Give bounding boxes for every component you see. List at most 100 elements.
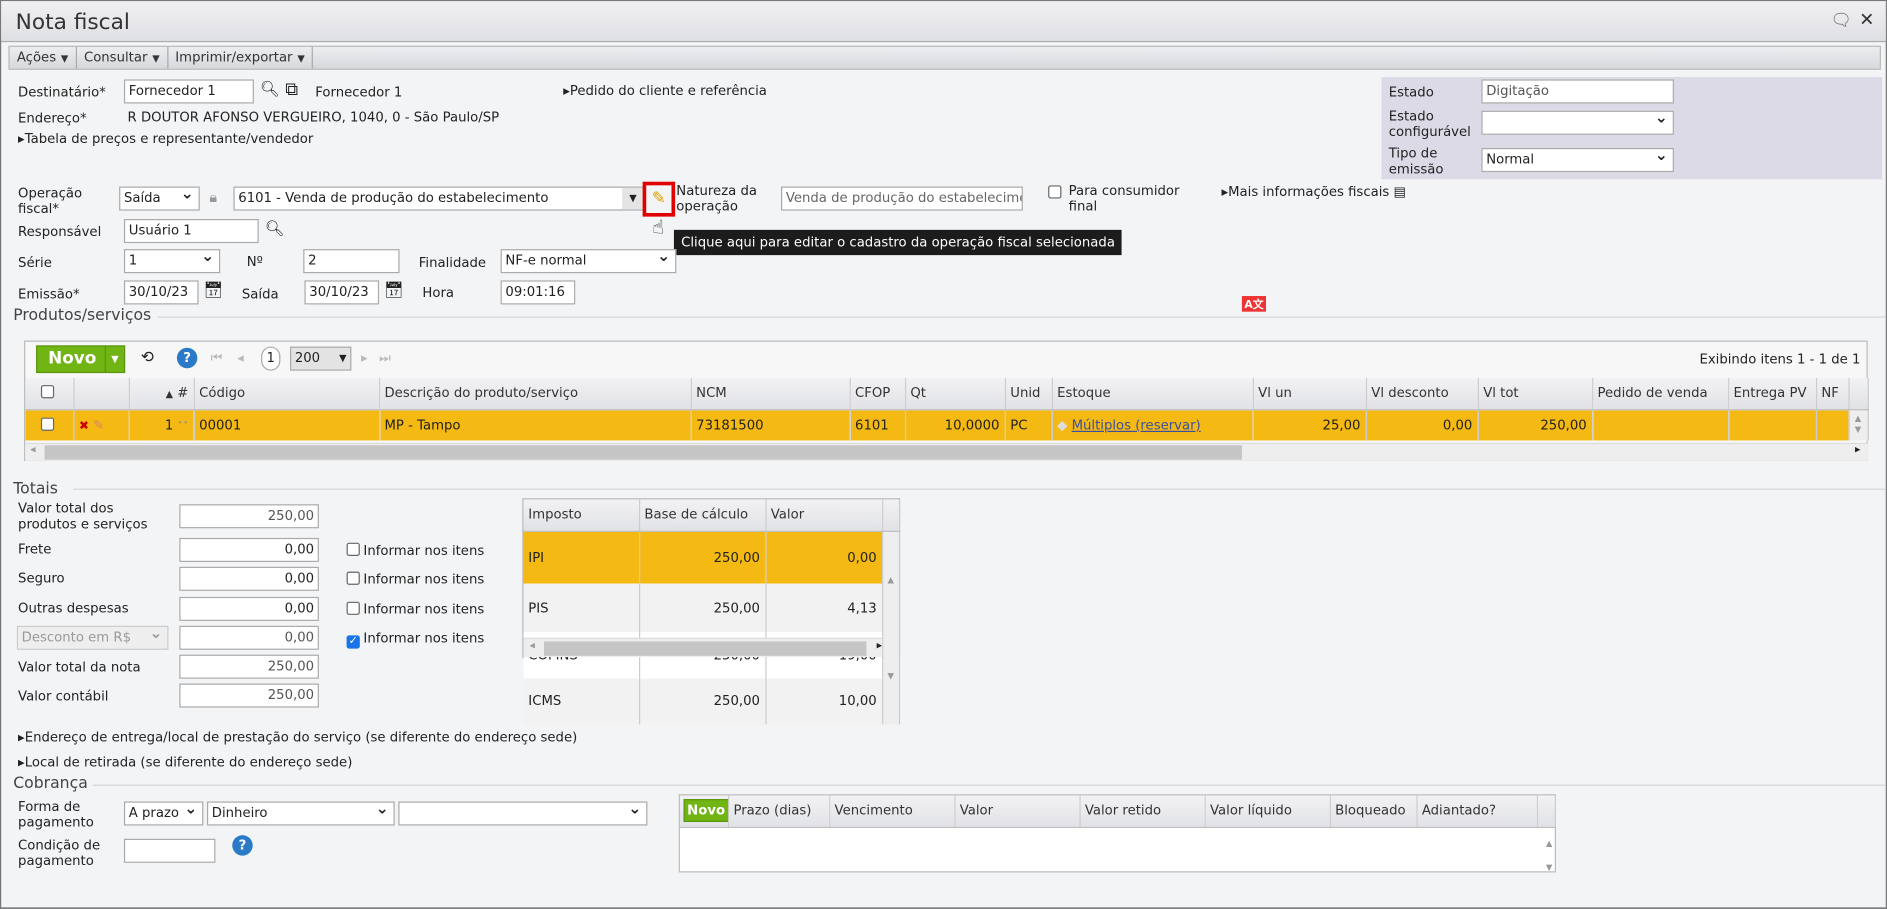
informar-outras-checkbox[interactable]: Informar nos itens <box>346 601 484 617</box>
col-vencimento[interactable]: Vencimento <box>829 795 955 828</box>
numero-input[interactable]: 2 <box>303 249 400 274</box>
col-estoque[interactable]: Estoque <box>1051 377 1254 410</box>
frete-input[interactable]: 0,00 <box>179 537 319 562</box>
destinatario-link[interactable]: Fornecedor 1 <box>315 84 402 100</box>
valor-nota-input[interactable]: 250,00 <box>179 654 319 679</box>
calendar-icon[interactable]: 📅︎ <box>384 282 404 300</box>
seguro-input[interactable]: 0,00 <box>179 566 319 591</box>
scrollbar-thumb[interactable] <box>44 445 1242 460</box>
scroll-left-icon[interactable]: ◂ <box>529 640 534 652</box>
caret-down-icon[interactable]: ▼ <box>104 346 124 372</box>
refresh-icon[interactable]: ⟲ <box>141 349 154 367</box>
comment-icon[interactable]: 🗨 <box>1830 11 1851 30</box>
col-descricao[interactable]: Descrição do produto/serviço <box>379 377 692 410</box>
col-nf[interactable]: NF <box>1815 377 1850 410</box>
search-icon[interactable]: 🔍︎ <box>265 220 285 238</box>
checkbox[interactable] <box>40 385 54 399</box>
checkbox-checked[interactable]: ✓ <box>346 635 360 649</box>
vertical-scrollbar[interactable]: ▲ ▼ <box>1546 832 1552 880</box>
tipo-emissao-select[interactable]: Normal <box>1481 148 1674 173</box>
col-prazo[interactable]: Prazo (dias) <box>728 795 830 828</box>
tax-row[interactable]: IPI 250,00 0,00 ▲ ▼ <box>523 530 900 724</box>
table-row[interactable]: ✖ ✎ 1 ˄˅ 00001 MP - Tampo 73181500 6101 10,0… <box>25 409 1869 441</box>
valor-contabil-input[interactable]: 250,00 <box>179 683 319 708</box>
horizontal-scrollbar[interactable]: ◂ ▸ <box>25 442 1868 461</box>
responsavel-input[interactable]: Usuário 1 <box>123 219 259 244</box>
translate-icon[interactable]: A文 <box>1241 296 1266 312</box>
finalidade-select[interactable]: NF-e normal <box>500 249 677 274</box>
col-valor[interactable]: Valor <box>765 499 883 532</box>
consumidor-final-checkbox[interactable]: Para consumidor final <box>1048 183 1186 214</box>
scrollbar-thumb[interactable] <box>543 641 867 656</box>
col-valor[interactable]: Valor <box>954 795 1081 828</box>
menu-acoes[interactable]: Ações ▼ <box>10 46 77 69</box>
col-base[interactable]: Base de cálculo <box>639 499 766 532</box>
col-vl-un[interactable]: Vl un <box>1252 377 1367 410</box>
close-icon[interactable]: ✕ <box>1859 8 1874 30</box>
checkbox[interactable] <box>346 542 360 556</box>
checkbox[interactable] <box>1048 185 1062 199</box>
col-vl-tot[interactable]: Vl tot <box>1477 377 1593 410</box>
estado-input[interactable]: Digitação <box>1481 79 1674 104</box>
novo-button[interactable]: Novo ▼ <box>36 345 126 374</box>
next-page-icon[interactable]: ▸ <box>361 350 368 366</box>
col-valor-liquido[interactable]: Valor líquido <box>1204 795 1331 828</box>
novo-parcela-button[interactable]: Novo <box>683 799 727 823</box>
vertical-scrollbar[interactable]: ▲ ▼ <box>1848 409 1869 441</box>
calendar-icon[interactable]: 📅︎ <box>203 282 223 300</box>
reorder-icon[interactable]: ˄˅ <box>178 421 189 433</box>
pedido-cliente-toggle[interactable]: Pedido do cliente e referência <box>563 83 767 99</box>
col-unid[interactable]: Unid <box>1004 377 1053 410</box>
tabela-precos-toggle[interactable]: Tabela de preços e representante/vendedo… <box>18 131 314 147</box>
endereco-entrega-toggle[interactable]: Endereço de entrega/local de prestação d… <box>18 729 578 745</box>
pencil-icon[interactable]: ✎ <box>93 417 104 433</box>
tax-row[interactable]: PIS 250,00 4,13 <box>523 584 899 632</box>
estado-configuravel-select[interactable] <box>1481 110 1674 135</box>
vertical-scrollbar[interactable]: ▲ ▼ <box>882 530 900 724</box>
estoque-link[interactable]: Múltiplos (reservar) <box>1072 417 1201 433</box>
operacao-fiscal-combo[interactable]: 6101 - Venda de produção do estabelecime… <box>233 186 646 211</box>
row-checkbox[interactable] <box>25 409 75 441</box>
mais-info-toggle[interactable]: Mais informações fiscais ▤ <box>1221 184 1406 200</box>
last-page-icon[interactable]: ⏭ <box>379 350 391 367</box>
scroll-left-icon[interactable]: ◂ <box>30 444 35 456</box>
saida-input[interactable]: 30/10/23 <box>304 280 380 305</box>
desconto-tipo-select[interactable]: Desconto em R$ <box>16 625 169 650</box>
informar-frete-checkbox[interactable]: Informar nos itens <box>346 542 484 558</box>
col-pedido[interactable]: Pedido de venda <box>1592 377 1729 410</box>
first-page-icon[interactable]: ⏮ <box>211 350 223 367</box>
outras-input[interactable]: 0,00 <box>179 596 319 621</box>
col-imposto[interactable]: Imposto <box>523 499 640 532</box>
search-icon[interactable]: 🔍︎ <box>260 81 280 99</box>
local-retirada-toggle[interactable]: Local de retirada (se diferente do ender… <box>18 755 353 771</box>
emissao-input[interactable]: 30/10/23 <box>123 280 199 305</box>
help-icon[interactable]: ? <box>176 347 198 369</box>
col-valor-retido[interactable]: Valor retido <box>1079 795 1206 828</box>
horizontal-scrollbar[interactable]: ◂ ▸ <box>523 637 883 658</box>
natureza-input[interactable]: Venda de produção do estabelecime <box>781 186 1023 211</box>
forma-meio-select[interactable]: Dinheiro <box>206 801 395 826</box>
col-qt[interactable]: Qt <box>904 377 1006 410</box>
checkbox[interactable] <box>346 571 360 585</box>
col-entrega[interactable]: Entrega PV <box>1728 377 1817 410</box>
hora-input[interactable]: 09:01:16 <box>500 280 576 305</box>
external-link-icon[interactable]: ⧉ <box>285 78 298 100</box>
serie-select[interactable]: 1 <box>123 249 221 274</box>
col-number[interactable]: ▲ # <box>128 377 195 410</box>
desconto-input[interactable]: 0,00 <box>179 625 319 650</box>
tax-row[interactable]: ICMS 250,00 10,00 <box>523 678 899 724</box>
scroll-right-icon[interactable]: ▸ <box>1855 444 1860 456</box>
col-bloqueado[interactable]: Bloqueado <box>1329 795 1418 828</box>
menu-consultar[interactable]: Consultar ▼ <box>77 46 169 69</box>
prev-page-icon[interactable]: ◂ <box>237 350 244 366</box>
delete-icon[interactable]: ✖ <box>79 420 89 433</box>
checkbox[interactable] <box>346 601 360 615</box>
dropdown-arrow-icon[interactable]: ▼ <box>622 187 644 210</box>
col-ncm[interactable]: NCM <box>690 377 851 410</box>
edit-operacao-button[interactable]: ✎ <box>642 181 676 217</box>
col-cfop[interactable]: CFOP <box>849 377 906 410</box>
page-input[interactable]: 1 <box>261 346 281 371</box>
col-vl-desconto[interactable]: Vl desconto <box>1365 377 1479 410</box>
operacao-tipo-select[interactable]: Saída <box>119 186 200 211</box>
destinatario-input[interactable]: Fornecedor 1 <box>123 79 254 104</box>
